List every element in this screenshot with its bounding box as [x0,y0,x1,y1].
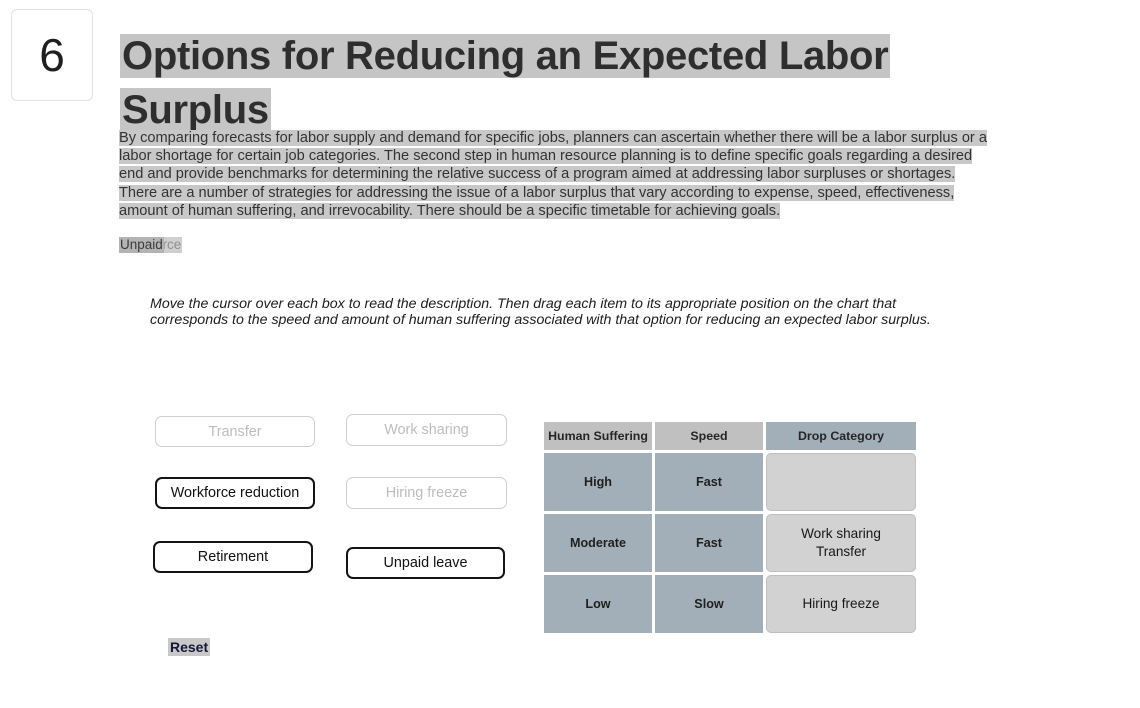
intro-line-4: There are a number of strategies for add… [119,184,955,201]
option-work-sharing[interactable]: Work sharing [346,414,507,446]
intro-paragraph: By comparing forecasts for labor supply … [119,129,1059,220]
option-unpaid-leave[interactable]: Unpaid leave [346,547,505,579]
intro-line-1: By comparing forecasts for labor supply … [119,130,987,146]
option-hiring-freeze[interactable]: Hiring freeze [346,477,507,509]
option-retirement-label: Retirement [197,549,269,565]
dropped-item-hiring-freeze[interactable]: Hiring freeze [767,595,915,613]
intro-line-5: amount of human suffering, and irrevocab… [119,202,781,219]
drop-zone-row-2[interactable]: Work sharing Transfer [766,514,916,572]
drop-zone-row-3[interactable]: Hiring freeze [766,575,916,633]
option-transfer[interactable]: Transfer [155,416,315,447]
option-hiring-freeze-label: Hiring freeze [385,485,468,501]
dropped-item-work-sharing[interactable]: Work sharing [767,525,915,543]
intro-line-2: labor shortage for certain job categorie… [119,148,973,165]
cell-suffering-moderate: Moderate [544,514,652,572]
matrix-header-drop-category: Drop Category [766,422,916,450]
page-title: Options for Reducing an Expected Labor S… [120,29,1020,137]
drop-zone-row-1[interactable] [766,453,916,511]
suffering-speed-matrix: Human Suffering Speed Drop Category High… [541,419,919,636]
chapter-number: 6 [39,29,65,81]
intro-line-3: end and provide benchmarks for determini… [119,166,956,183]
dropped-item-transfer[interactable]: Transfer [767,543,915,561]
matrix-header-row: Human Suffering Speed Drop Category [544,422,916,450]
chapter-number-badge: 6 [11,9,93,101]
matrix-row: High Fast [544,453,916,511]
option-unpaid-leave-label: Unpaid leave [383,555,468,571]
option-transfer-label: Transfer [208,423,262,440]
cell-speed-slow: Slow [655,575,763,633]
cell-suffering-low: Low [544,575,652,633]
page-title-line-1: Options for Reducing an Expected Labor [120,33,891,78]
page-title-line-2: Surplus [120,87,271,132]
reset-button[interactable]: Reset [168,638,211,656]
cell-speed-fast-2: Fast [655,514,763,572]
matrix-header-speed: Speed [655,422,763,450]
option-workforce-reduction[interactable]: Workforce reduction [155,477,315,509]
matrix-header-human-suffering: Human Suffering [544,422,652,450]
matrix-row: Moderate Fast Work sharing Transfer [544,514,916,572]
cell-suffering-high: High [544,453,652,511]
option-workforce-reduction-label: Workforce reduction [170,485,300,501]
cell-speed-fast: Fast [655,453,763,511]
option-retirement[interactable]: Retirement [153,541,313,573]
matrix-row: Low Slow Hiring freeze [544,575,916,633]
stray-label-overlay-text: Unpaid [119,237,164,253]
instructions-text: Move the cursor over each box to read th… [150,296,931,329]
option-work-sharing-label: Work sharing [384,422,469,438]
